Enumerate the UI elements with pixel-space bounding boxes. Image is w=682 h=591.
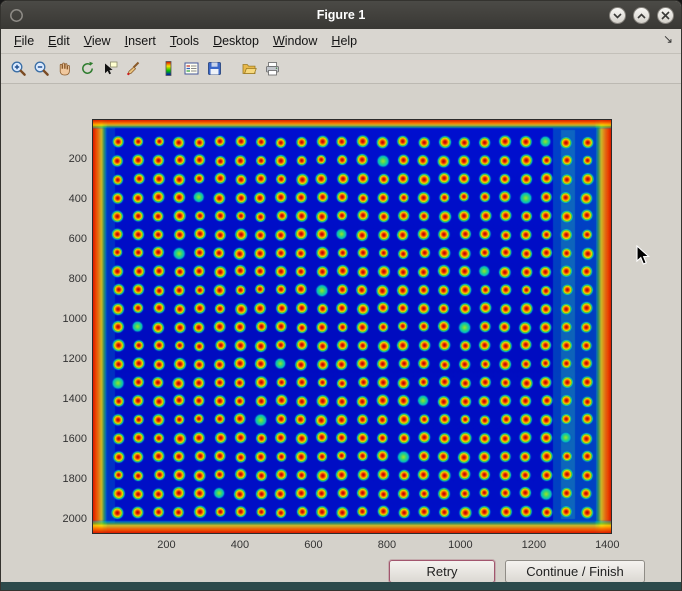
close-icon bbox=[661, 11, 670, 20]
figure-area: Retry Continue / Finish 200 400 600 800 1000… bbox=[1, 85, 681, 582]
window-title: Figure 1 bbox=[1, 1, 681, 29]
y-tick-label: 1200 bbox=[39, 353, 87, 365]
x-tick-label: 800 bbox=[365, 539, 409, 551]
x-tick-label: 1200 bbox=[512, 539, 556, 551]
maximize-button[interactable] bbox=[633, 7, 650, 24]
y-tick-label: 1600 bbox=[39, 433, 87, 445]
toolbar-separator bbox=[145, 58, 156, 80]
rotate-3d-icon[interactable] bbox=[76, 58, 98, 80]
shade-button[interactable] bbox=[609, 7, 626, 24]
continue-finish-button[interactable]: Continue / Finish bbox=[505, 560, 645, 583]
open-icon[interactable] bbox=[238, 58, 260, 80]
menu-edit[interactable]: Edit bbox=[41, 31, 77, 51]
save-icon[interactable] bbox=[203, 58, 225, 80]
y-tick-label: 200 bbox=[39, 153, 87, 165]
menubar-overflow-icon[interactable]: ↘ bbox=[663, 32, 673, 46]
menubar-items: FileEditViewInsertToolsDesktopWindowHelp bbox=[7, 31, 364, 51]
y-tick-label: 2000 bbox=[39, 513, 87, 525]
menu-view[interactable]: View bbox=[77, 31, 118, 51]
y-tick-label: 1400 bbox=[39, 393, 87, 405]
y-tick-label: 400 bbox=[39, 193, 87, 205]
menu-insert[interactable]: Insert bbox=[118, 31, 163, 51]
menubar: FileEditViewInsertToolsDesktopWindowHelp… bbox=[1, 29, 681, 54]
y-tick-label: 1000 bbox=[39, 313, 87, 325]
zoom-out-icon[interactable] bbox=[30, 58, 52, 80]
menu-tools[interactable]: Tools bbox=[163, 31, 206, 51]
figure-window: Figure 1 FileEditViewInsertToolsDesktopW… bbox=[0, 0, 682, 591]
y-tick-label: 600 bbox=[39, 233, 87, 245]
brush-icon[interactable] bbox=[122, 58, 144, 80]
menu-help[interactable]: Help bbox=[324, 31, 364, 51]
zoom-in-icon[interactable] bbox=[7, 58, 29, 80]
y-tick-label: 800 bbox=[39, 273, 87, 285]
window-bottom-edge bbox=[1, 582, 681, 590]
pan-icon[interactable] bbox=[53, 58, 75, 80]
x-tick-label: 200 bbox=[144, 539, 188, 551]
print-icon[interactable] bbox=[261, 58, 283, 80]
chevron-up-icon bbox=[637, 13, 646, 19]
titlebar[interactable]: Figure 1 bbox=[1, 1, 681, 29]
x-tick-label: 1400 bbox=[585, 539, 629, 551]
menu-window[interactable]: Window bbox=[266, 31, 324, 51]
close-button[interactable] bbox=[657, 7, 674, 24]
plot-canvas[interactable] bbox=[92, 119, 612, 534]
retry-button[interactable]: Retry bbox=[389, 560, 495, 583]
x-tick-label: 400 bbox=[218, 539, 262, 551]
x-tick-label: 600 bbox=[291, 539, 335, 551]
menu-file[interactable]: File bbox=[7, 31, 41, 51]
colorbar-icon[interactable] bbox=[157, 58, 179, 80]
toolbar-separator bbox=[226, 58, 237, 80]
y-tick-label: 1800 bbox=[39, 473, 87, 485]
chevron-down-icon bbox=[613, 13, 622, 19]
menu-desktop[interactable]: Desktop bbox=[206, 31, 266, 51]
x-tick-label: 1000 bbox=[438, 539, 482, 551]
legend-icon[interactable] bbox=[180, 58, 202, 80]
data-cursor-icon[interactable] bbox=[99, 58, 121, 80]
toolbar bbox=[1, 54, 681, 84]
